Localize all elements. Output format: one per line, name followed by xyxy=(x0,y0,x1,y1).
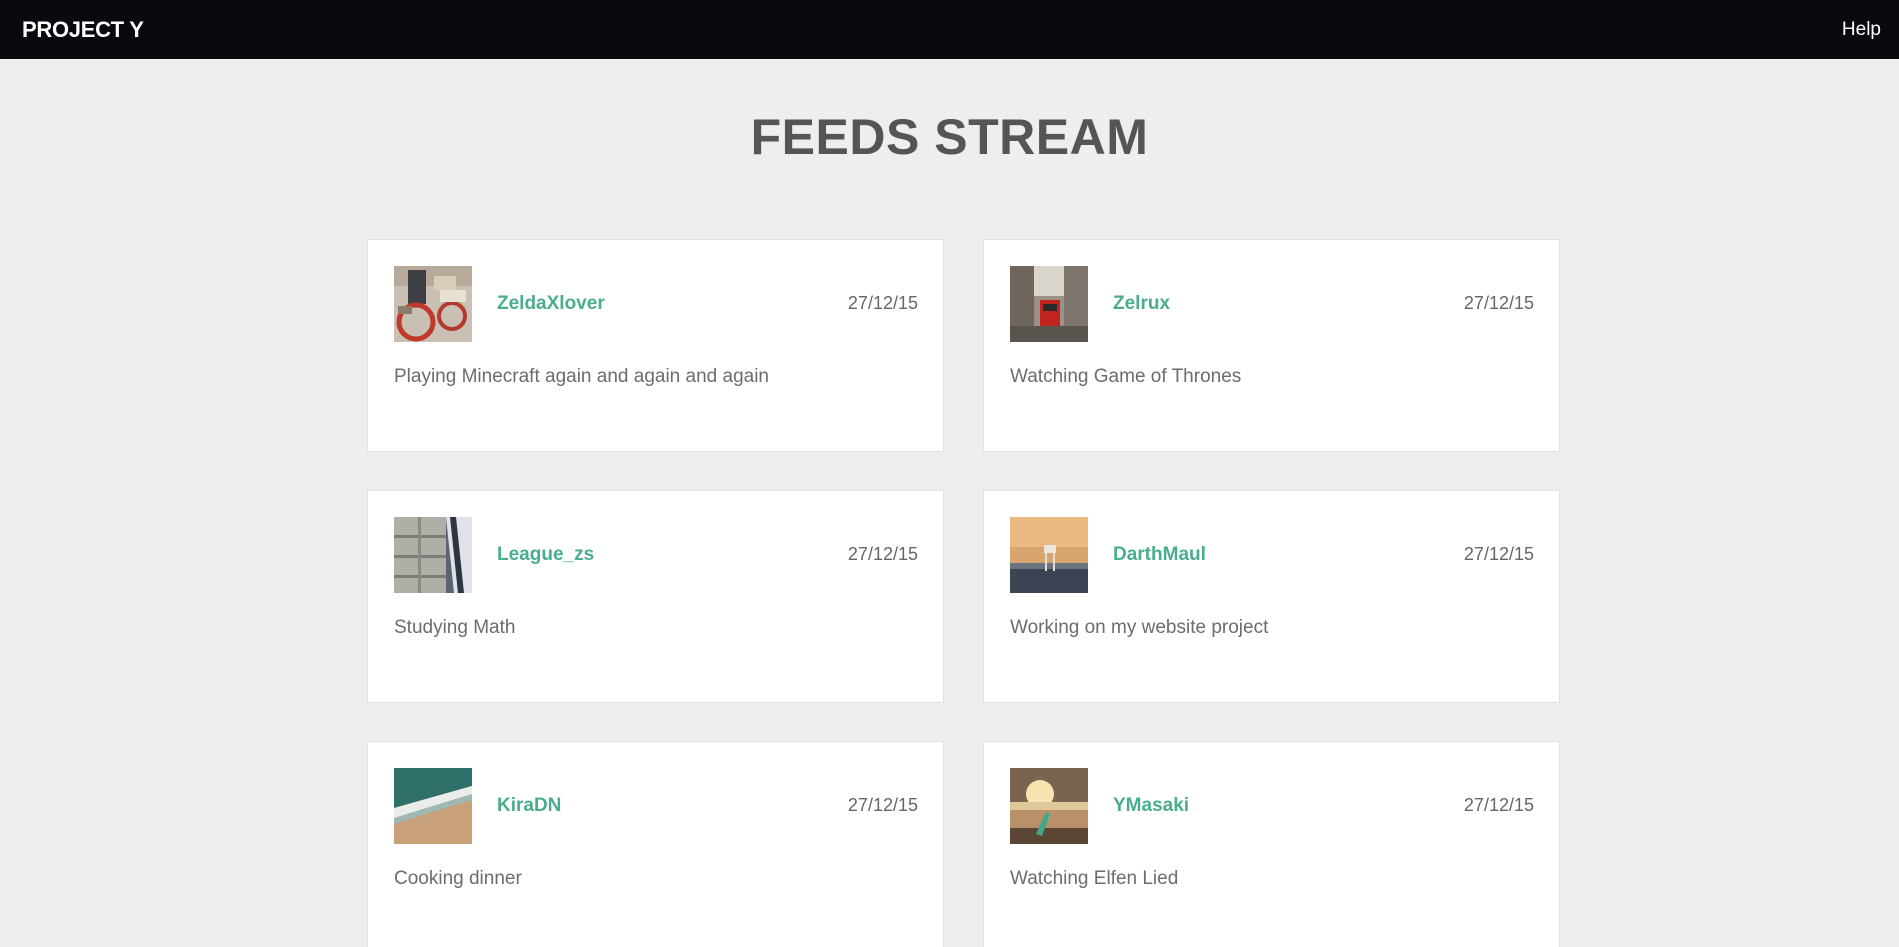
feed-date: 27/12/15 xyxy=(1463,293,1534,313)
feed-date: 27/12/15 xyxy=(847,795,918,815)
feed-date: 27/12/15 xyxy=(1463,795,1534,815)
red-tram-street-photo-icon xyxy=(1010,266,1088,342)
feed-username[interactable]: YMasaki xyxy=(1113,795,1189,817)
feed-username[interactable]: League_zs xyxy=(497,544,594,566)
feed-card: DarthMaul 27/12/15 Working on my website… xyxy=(983,490,1560,703)
avatar[interactable] xyxy=(394,266,472,342)
feed-status: Watching Elfen Lied xyxy=(1010,868,1179,889)
avatar[interactable] xyxy=(394,768,472,844)
feed-date: 27/12/15 xyxy=(1463,544,1534,564)
feed-date: 27/12/15 xyxy=(847,293,918,313)
feed-date: 27/12/15 xyxy=(847,544,918,564)
avatar[interactable] xyxy=(394,517,472,593)
feed-card: KiraDN 27/12/15 Cooking dinner xyxy=(367,741,944,947)
feed-card: Zelrux 27/12/15 Watching Game of Thrones xyxy=(983,239,1560,452)
feed-card: ZeldaXlover 27/12/15 Playing Minecraft a… xyxy=(367,239,944,452)
feed-status: Playing Minecraft again and again and ag… xyxy=(394,366,769,387)
feed-status: Working on my website project xyxy=(1010,617,1269,638)
feed-status: Studying Math xyxy=(394,617,516,638)
grain-silo-photo-icon xyxy=(394,517,472,593)
lifeguard-tower-photo-icon xyxy=(1010,517,1088,593)
feed-list: ZeldaXlover 27/12/15 Playing Minecraft a… xyxy=(0,0,1899,947)
toy-bike-photo-icon xyxy=(394,266,472,342)
feed-username[interactable]: ZeldaXlover xyxy=(497,293,605,315)
avatar[interactable] xyxy=(1010,517,1088,593)
feed-username[interactable]: Zelrux xyxy=(1113,293,1170,315)
avatar[interactable] xyxy=(1010,768,1088,844)
feed-username[interactable]: DarthMaul xyxy=(1113,544,1206,566)
sunset-surfboard-photo-icon xyxy=(1010,768,1088,844)
feed-status: Cooking dinner xyxy=(394,868,522,889)
beach-waves-photo-icon xyxy=(394,768,472,844)
feed-username[interactable]: KiraDN xyxy=(497,795,561,817)
feed-status: Watching Game of Thrones xyxy=(1010,366,1242,387)
avatar[interactable] xyxy=(1010,266,1088,342)
feed-card: League_zs 27/12/15 Studying Math xyxy=(367,490,944,703)
feed-card: YMasaki 27/12/15 Watching Elfen Lied xyxy=(983,741,1560,947)
